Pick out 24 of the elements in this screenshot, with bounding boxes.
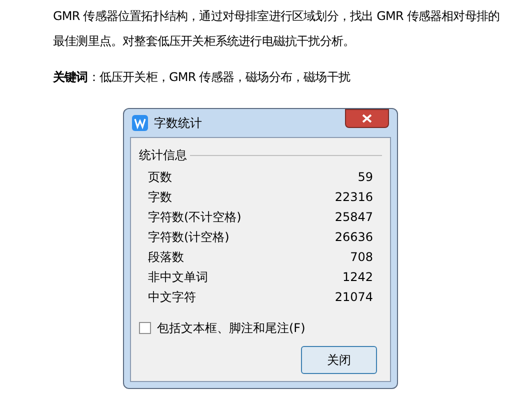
window-title: 字数统计 (154, 115, 202, 132)
keywords-text: 关键词：低压开关柜，GMR 传感器，磁场分布，磁场干扰 (53, 69, 350, 86)
stat-label: 字符数(计空格) (148, 229, 230, 246)
close-dialog-button[interactable]: 关闭 (301, 346, 377, 374)
app-logo-icon (132, 115, 148, 131)
stat-value: 59 (358, 169, 373, 186)
include-checkbox[interactable]: 包括文本框、脚注和尾注(F) (139, 319, 306, 337)
stat-label: 段落数 (148, 249, 184, 266)
stat-value: 22316 (334, 189, 373, 206)
stat-label: 中文字符 (148, 289, 196, 306)
text-line: 最佳测里点。对整套低压开关柜系统进行电磁抗干扰分析。 (53, 33, 355, 50)
stat-label: 字数 (148, 189, 172, 206)
close-button[interactable] (345, 109, 389, 128)
stat-label: 非中文单词 (148, 269, 208, 286)
stat-value: 26636 (334, 229, 373, 246)
group-label: 统计信息 (139, 147, 187, 164)
stat-value: 25847 (334, 209, 373, 226)
text-line: GMR 传感器位置拓扑结构，通过对母排室进行区域划分，找出 GMR 传感器相对母排的 (53, 8, 500, 25)
stat-value: 1242 (342, 269, 373, 286)
close-icon (362, 114, 372, 123)
stat-label: 字符数(不计空格) (148, 209, 242, 226)
stat-value: 21074 (334, 289, 373, 306)
stat-value: 708 (350, 249, 373, 266)
stat-label: 页数 (148, 169, 172, 186)
